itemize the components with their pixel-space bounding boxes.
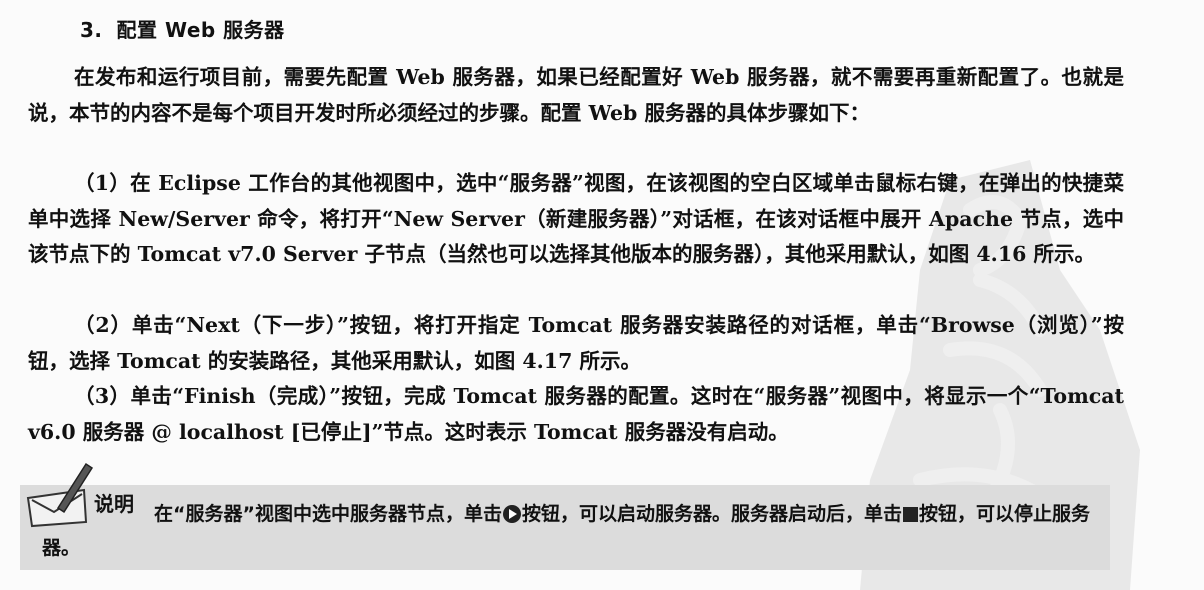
note-text: 在“服务器”视图中选中服务器节点，单击 按钮，可以启动服务器。服务器启动后，单击按… [42, 497, 1102, 565]
note-text-part1: 在“服务器”视图中选中服务器节点，单击 [154, 503, 502, 525]
step-3-paragraph: （3）单击“Finish（完成）”按钮，完成 Tomcat 服务器的配置。这时在… [28, 384, 1124, 444]
section-title: 配置 Web 服务器 [116, 18, 285, 42]
note-text-part2: 按钮，可以启动服务器。服务器启动后，单击 [521, 503, 902, 525]
section-heading: 3. 配置 Web 服务器 [80, 14, 285, 43]
step-2-paragraph: （2）单击“Next（下一步）”按钮，将打开指定 Tomcat 服务器安装路径的… [28, 313, 1124, 373]
step-1-paragraph: （1）在 Eclipse 工作台的其他视图中，选中“服务器”视图，在该视图的空白… [28, 171, 1124, 266]
stop-square-icon [903, 507, 918, 522]
note-box: 说明 在“服务器”视图中选中服务器节点，单击 按钮，可以启动服务器。服务器启动后，… [20, 462, 1110, 570]
play-circle-icon [502, 505, 521, 523]
intro-paragraph: 在发布和运行项目前，需要先配置 Web 服务器，如果已经配置好 Web 服务器，… [28, 65, 1124, 125]
section-number: 3. [80, 18, 103, 42]
